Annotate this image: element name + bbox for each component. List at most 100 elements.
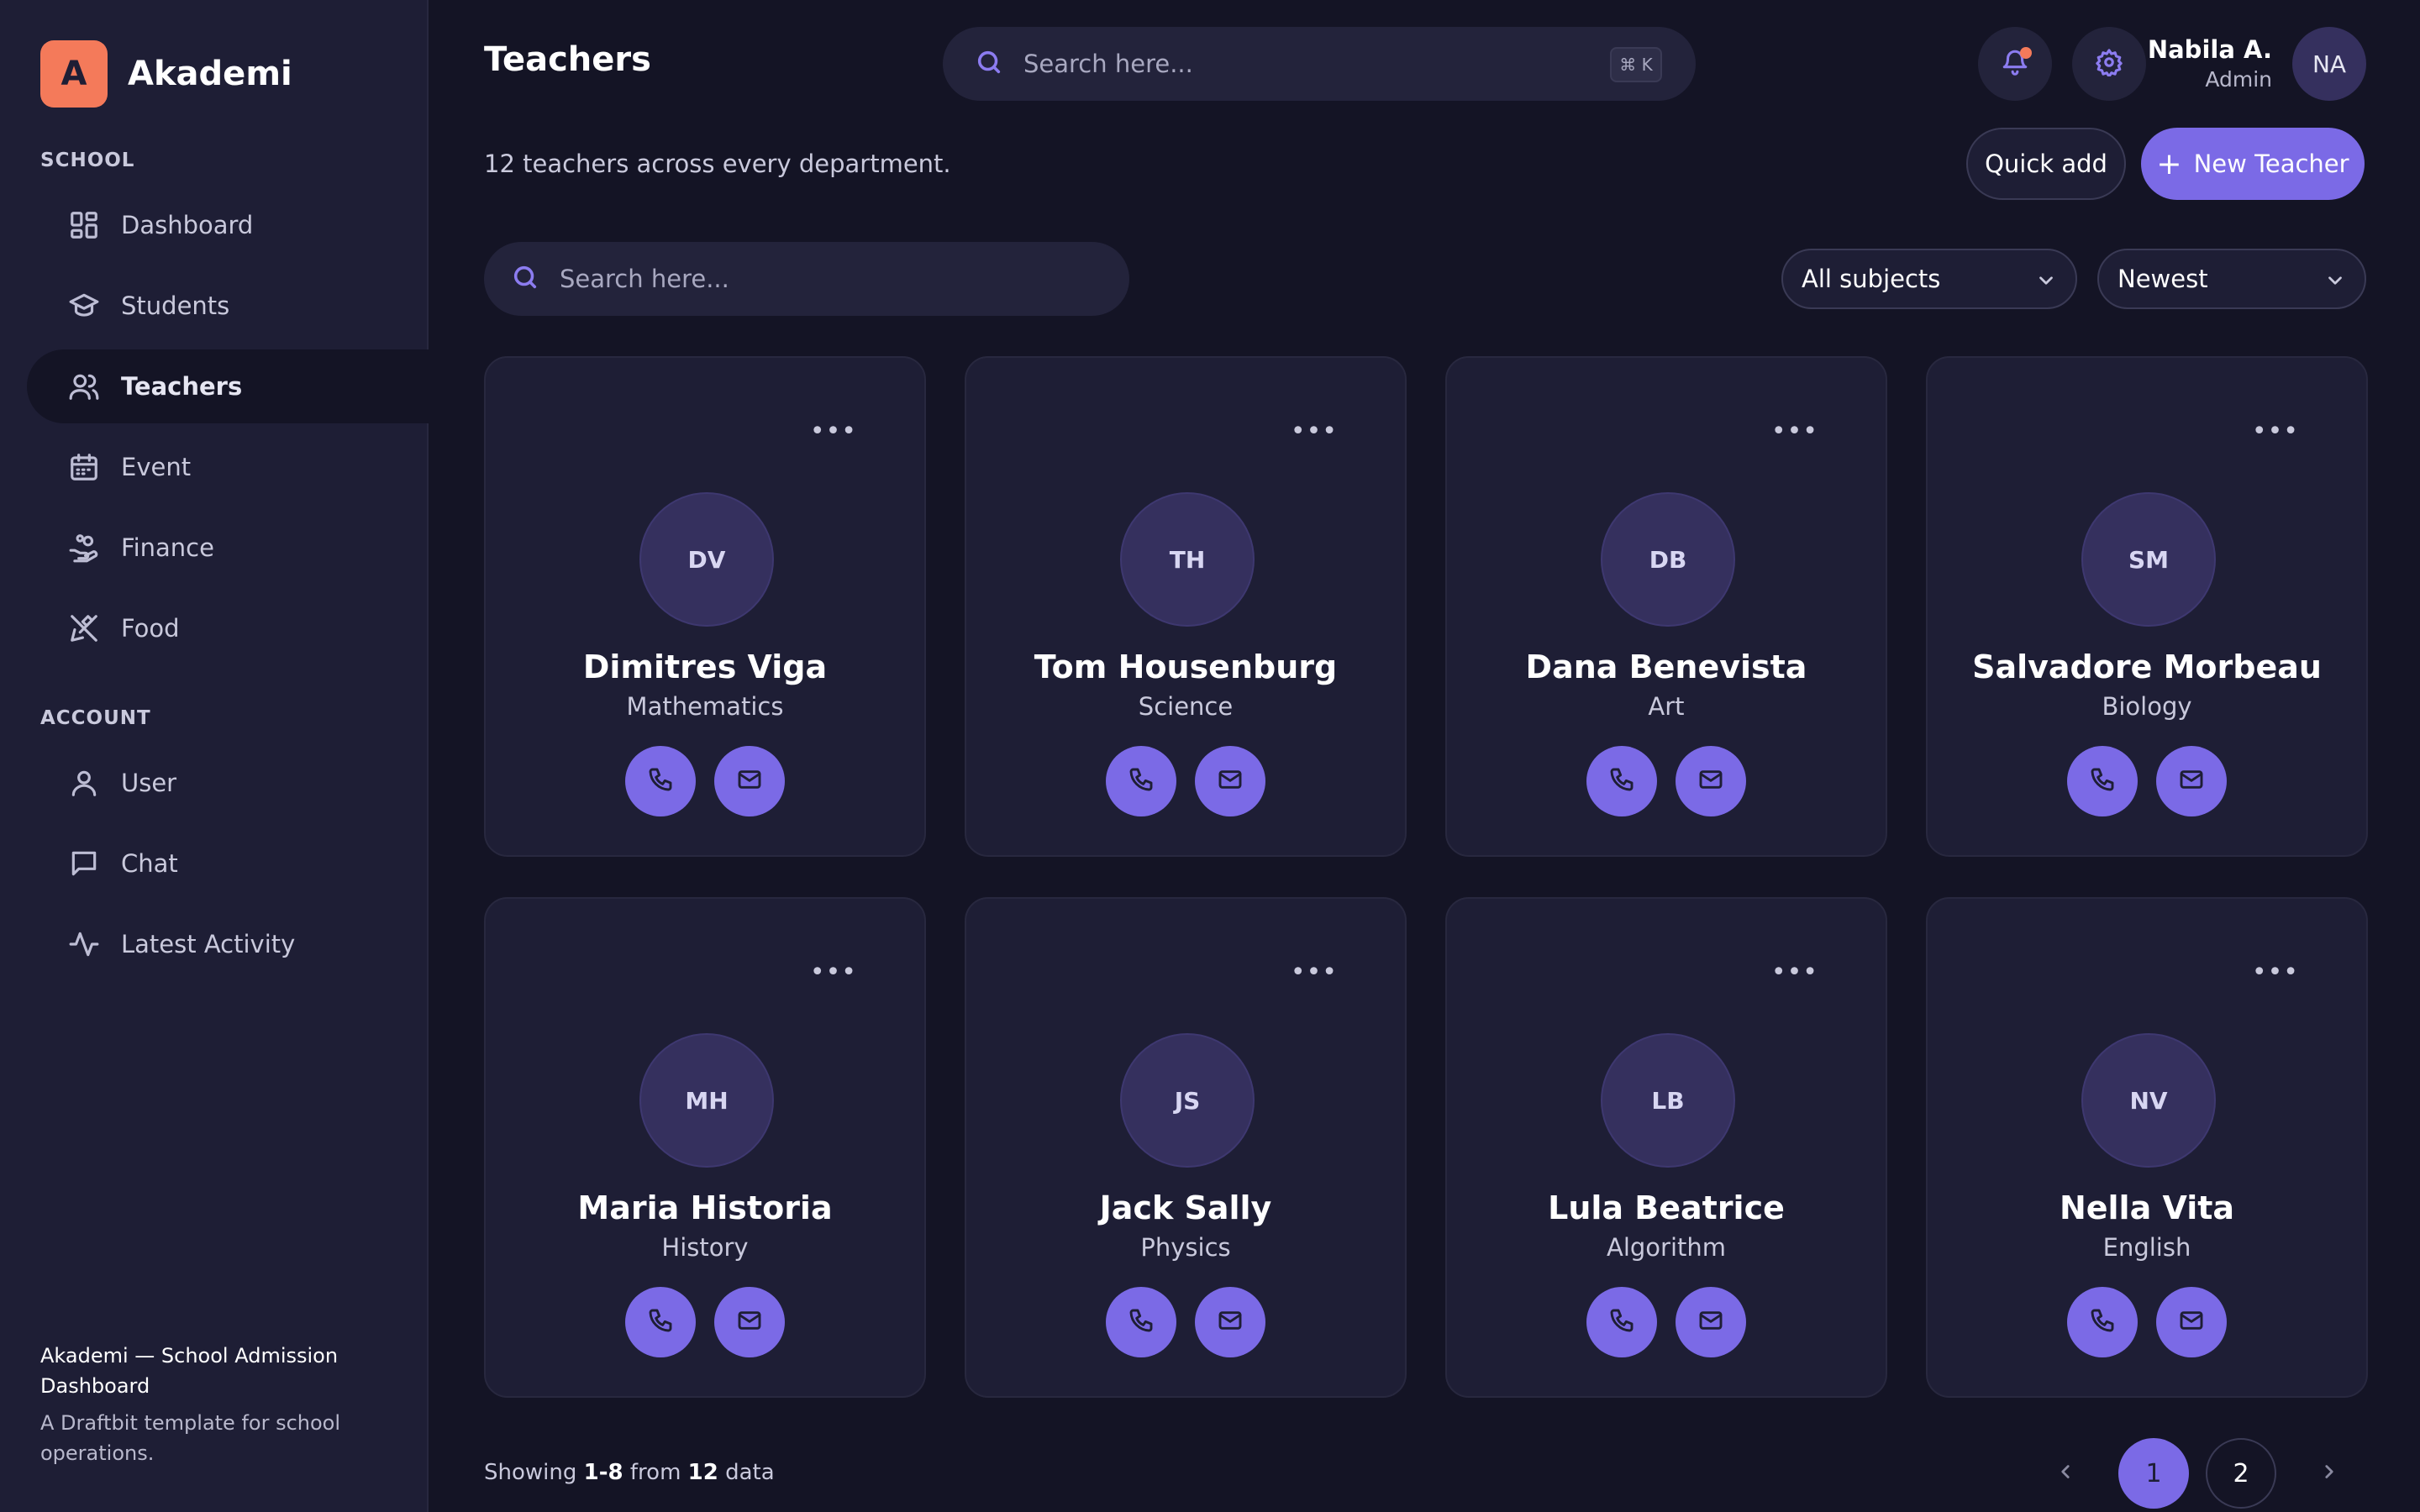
keyboard-shortcut-badge: ⌘ K bbox=[1610, 47, 1662, 82]
call-button[interactable] bbox=[1586, 1287, 1657, 1357]
sidebar-item-teachers[interactable]: Teachers bbox=[27, 349, 429, 423]
header-search-input[interactable]: Search here... ⌘ K bbox=[943, 27, 1696, 101]
teacher-avatar: DV bbox=[639, 492, 774, 627]
chevron-down-icon bbox=[2324, 269, 2346, 297]
subject-filter-select[interactable]: All subjects bbox=[1781, 249, 2077, 309]
chevron-right-icon bbox=[2318, 1461, 2340, 1486]
notifications-button[interactable] bbox=[1978, 27, 2052, 101]
phone-icon bbox=[647, 1307, 674, 1337]
teacher-card[interactable]: ••• MH Maria Historia History bbox=[484, 897, 926, 1398]
sidebar-item-event[interactable]: Event bbox=[27, 430, 429, 504]
footer-subtitle: A Draftbit template for school operation… bbox=[40, 1411, 341, 1465]
page-button-2[interactable]: 2 bbox=[2206, 1438, 2276, 1509]
new-teacher-label: New Teacher bbox=[2193, 150, 2349, 178]
email-button[interactable] bbox=[1676, 1287, 1746, 1357]
teacher-card[interactable]: ••• SM Salvadore Morbeau Biology bbox=[1926, 356, 2368, 857]
call-button[interactable] bbox=[1106, 746, 1176, 816]
call-button[interactable] bbox=[1106, 1287, 1176, 1357]
graduation-cap-icon bbox=[67, 289, 101, 323]
page-button-1[interactable]: 1 bbox=[2118, 1438, 2189, 1509]
next-page-button[interactable] bbox=[2309, 1453, 2349, 1494]
page-subtitle: 12 teachers across every department. bbox=[484, 150, 951, 178]
phone-icon bbox=[1608, 766, 1635, 796]
quick-add-button[interactable]: Quick add bbox=[1966, 128, 2126, 200]
settings-button[interactable] bbox=[2072, 27, 2146, 101]
chat-icon bbox=[67, 847, 101, 880]
email-button[interactable] bbox=[2156, 746, 2227, 816]
showing-suffix: data bbox=[725, 1460, 775, 1485]
more-options-icon[interactable]: ••• bbox=[1771, 960, 1818, 985]
sidebar-item-students[interactable]: Students bbox=[27, 269, 429, 343]
previous-page-button[interactable] bbox=[2045, 1453, 2086, 1494]
teacher-card[interactable]: ••• DV Dimitres Viga Mathematics bbox=[484, 356, 926, 857]
dashboard-icon bbox=[67, 208, 101, 242]
sidebar-item-label: Event bbox=[121, 453, 192, 481]
teacher-subject: Physics bbox=[1140, 1233, 1231, 1262]
user-info[interactable]: Nabila A. Admin bbox=[2148, 35, 2272, 92]
sidebar: A Akademi SCHOOL Dashboard Students Teac… bbox=[0, 0, 429, 1512]
teacher-card[interactable]: ••• TH Tom Housenburg Science bbox=[965, 356, 1407, 857]
search-icon bbox=[511, 263, 539, 295]
new-teacher-button[interactable]: + New Teacher bbox=[2141, 128, 2365, 200]
sort-select[interactable]: Newest bbox=[2097, 249, 2366, 309]
sidebar-item-chat[interactable]: Chat bbox=[27, 827, 429, 900]
call-button[interactable] bbox=[625, 746, 696, 816]
footer-title: Akademi — School Admission Dashboard bbox=[40, 1344, 339, 1398]
more-options-icon[interactable]: ••• bbox=[810, 960, 857, 985]
call-button[interactable] bbox=[2067, 746, 2138, 816]
teacher-card[interactable]: ••• DB Dana Benevista Art bbox=[1445, 356, 1887, 857]
teacher-avatar: MH bbox=[639, 1033, 774, 1168]
teacher-name: Maria Historia bbox=[577, 1189, 833, 1226]
more-options-icon[interactable]: ••• bbox=[2252, 960, 2299, 985]
sidebar-item-finance[interactable]: Finance bbox=[27, 511, 429, 585]
sidebar-item-latest-activity[interactable]: Latest Activity bbox=[27, 907, 429, 981]
call-button[interactable] bbox=[625, 1287, 696, 1357]
more-options-icon[interactable]: ••• bbox=[1291, 419, 1338, 444]
email-button[interactable] bbox=[1195, 746, 1265, 816]
chevron-down-icon bbox=[2035, 269, 2057, 297]
teacher-subject: Biology bbox=[2102, 692, 2192, 721]
avatar[interactable]: NA bbox=[2292, 27, 2366, 101]
showing-total: 12 bbox=[687, 1460, 718, 1485]
email-button[interactable] bbox=[1195, 1287, 1265, 1357]
search-icon bbox=[975, 48, 1003, 80]
email-button[interactable] bbox=[714, 746, 785, 816]
teacher-subject: Mathematics bbox=[626, 692, 784, 721]
teacher-card[interactable]: ••• NV Nella Vita English bbox=[1926, 897, 2368, 1398]
email-button[interactable] bbox=[1676, 746, 1746, 816]
teacher-subject: Science bbox=[1138, 692, 1234, 721]
sidebar-item-label: Dashboard bbox=[121, 211, 254, 239]
more-options-icon[interactable]: ••• bbox=[810, 419, 857, 444]
sort-value: Newest bbox=[2118, 265, 2208, 293]
chevron-left-icon bbox=[2054, 1461, 2076, 1486]
call-button[interactable] bbox=[1586, 746, 1657, 816]
mail-icon bbox=[1217, 1307, 1244, 1337]
more-options-icon[interactable]: ••• bbox=[2252, 419, 2299, 444]
brand[interactable]: A Akademi bbox=[40, 40, 292, 108]
user-icon bbox=[67, 766, 101, 800]
sidebar-item-dashboard[interactable]: Dashboard bbox=[27, 188, 429, 262]
teacher-name: Jack Sally bbox=[1099, 1189, 1272, 1226]
plus-icon: + bbox=[2156, 146, 2182, 181]
phone-icon bbox=[1608, 1307, 1635, 1337]
teacher-avatar: TH bbox=[1120, 492, 1255, 627]
teacher-grid: ••• DV Dimitres Viga Mathematics ••• TH … bbox=[484, 356, 2368, 1398]
email-button[interactable] bbox=[714, 1287, 785, 1357]
teacher-name: Tom Housenburg bbox=[1034, 648, 1338, 685]
call-button[interactable] bbox=[2067, 1287, 2138, 1357]
sidebar-item-food[interactable]: Food bbox=[27, 591, 429, 665]
email-button[interactable] bbox=[2156, 1287, 2227, 1357]
user-role: Admin bbox=[2205, 67, 2272, 92]
teacher-name: Dimitres Viga bbox=[582, 648, 828, 685]
teacher-name: Salvadore Morbeau bbox=[1972, 648, 2322, 685]
showing-range: 1-8 bbox=[583, 1460, 623, 1485]
sidebar-item-user[interactable]: User bbox=[27, 746, 429, 820]
teacher-card[interactable]: ••• JS Jack Sally Physics bbox=[965, 897, 1407, 1398]
teacher-search-input[interactable]: Search here... bbox=[484, 242, 1129, 316]
search-placeholder: Search here... bbox=[560, 265, 729, 293]
phone-icon bbox=[2089, 1307, 2116, 1337]
more-options-icon[interactable]: ••• bbox=[1771, 419, 1818, 444]
teacher-card[interactable]: ••• LB Lula Beatrice Algorithm bbox=[1445, 897, 1887, 1398]
more-options-icon[interactable]: ••• bbox=[1291, 960, 1338, 985]
teacher-avatar: SM bbox=[2081, 492, 2216, 627]
